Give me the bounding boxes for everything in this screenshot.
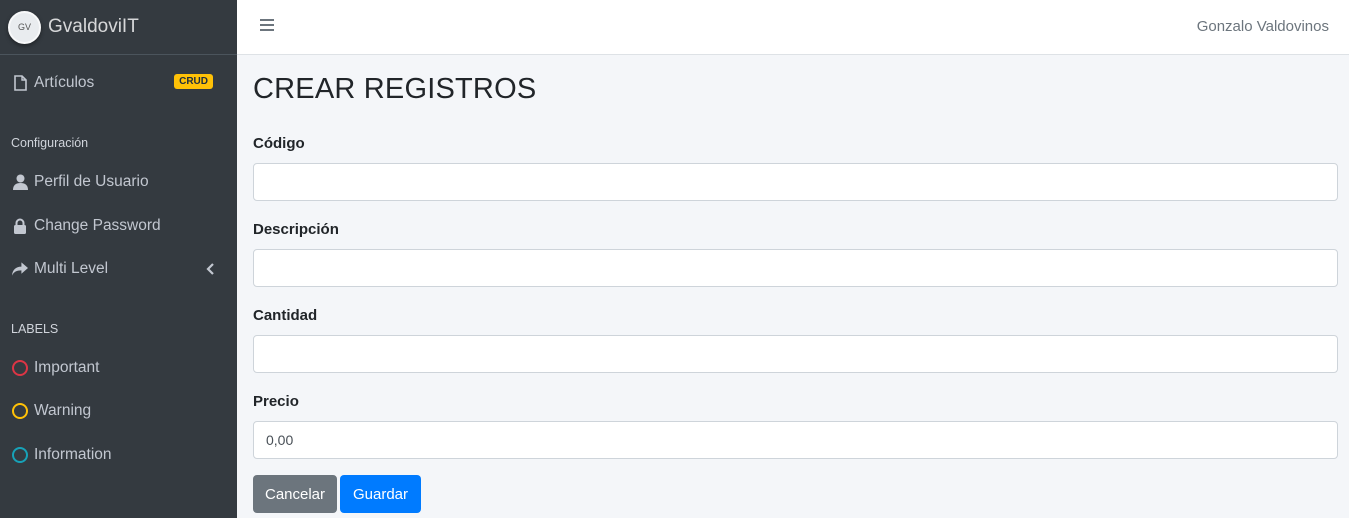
config-header: Configuración bbox=[11, 136, 89, 150]
sidebar-item-label: Important bbox=[34, 359, 100, 376]
codigo-label: Código bbox=[253, 135, 305, 152]
labels-header: LABELS bbox=[11, 322, 59, 336]
sidebar-item-label: Perfil de Usuario bbox=[34, 173, 149, 190]
sidebar-item-articulos[interactable]: Artículos CRUD bbox=[0, 63, 237, 103]
top-navbar: Gonzalo Valdovinos bbox=[237, 0, 1349, 55]
save-button[interactable]: Guardar bbox=[340, 475, 421, 513]
page-title: CREAR REGISTROS bbox=[253, 73, 537, 105]
user-icon bbox=[12, 173, 28, 191]
cantidad-label: Cantidad bbox=[253, 307, 318, 324]
circle-danger-icon bbox=[12, 359, 28, 377]
sidebar-item-important[interactable]: Important bbox=[0, 348, 237, 388]
cancel-button[interactable]: Cancelar bbox=[253, 475, 337, 513]
brand-logo: GV bbox=[8, 10, 41, 44]
sidebar-item-multi-level[interactable]: Multi Level bbox=[0, 249, 237, 289]
crud-badge: CRUD bbox=[174, 74, 213, 89]
sidebar-item-label: Information bbox=[34, 446, 112, 463]
file-icon bbox=[12, 74, 28, 92]
sidebar: GV GvaldoviIT Artículos CRUD Configuraci… bbox=[0, 0, 237, 518]
cantidad-input[interactable] bbox=[253, 335, 1338, 373]
circle-warning-icon bbox=[12, 402, 28, 420]
sidebar-item-label: Artículos bbox=[34, 74, 95, 91]
descripcion-input[interactable] bbox=[253, 249, 1338, 287]
brand-link[interactable]: GV GvaldoviIT bbox=[0, 0, 237, 55]
user-menu[interactable]: Gonzalo Valdovinos bbox=[1197, 18, 1329, 35]
circle-info-icon bbox=[12, 446, 28, 464]
sidebar-item-change-password[interactable]: Change Password bbox=[0, 206, 237, 246]
menu-toggle-icon[interactable] bbox=[260, 19, 274, 33]
sidebar-item-perfil[interactable]: Perfil de Usuario bbox=[0, 162, 237, 202]
sidebar-item-label: Change Password bbox=[34, 217, 161, 234]
chevron-left-icon bbox=[206, 262, 214, 280]
lock-icon bbox=[12, 217, 28, 235]
share-icon bbox=[12, 260, 28, 278]
precio-input[interactable] bbox=[253, 421, 1338, 459]
sidebar-item-label: Multi Level bbox=[34, 260, 109, 277]
sidebar-item-label: Warning bbox=[34, 402, 92, 419]
descripcion-label: Descripción bbox=[253, 221, 339, 238]
codigo-input[interactable] bbox=[253, 163, 1338, 201]
sidebar-item-information[interactable]: Information bbox=[0, 435, 237, 475]
sidebar-item-warning[interactable]: Warning bbox=[0, 391, 237, 431]
precio-label: Precio bbox=[253, 393, 299, 410]
brand-name: GvaldoviIT bbox=[48, 16, 139, 37]
